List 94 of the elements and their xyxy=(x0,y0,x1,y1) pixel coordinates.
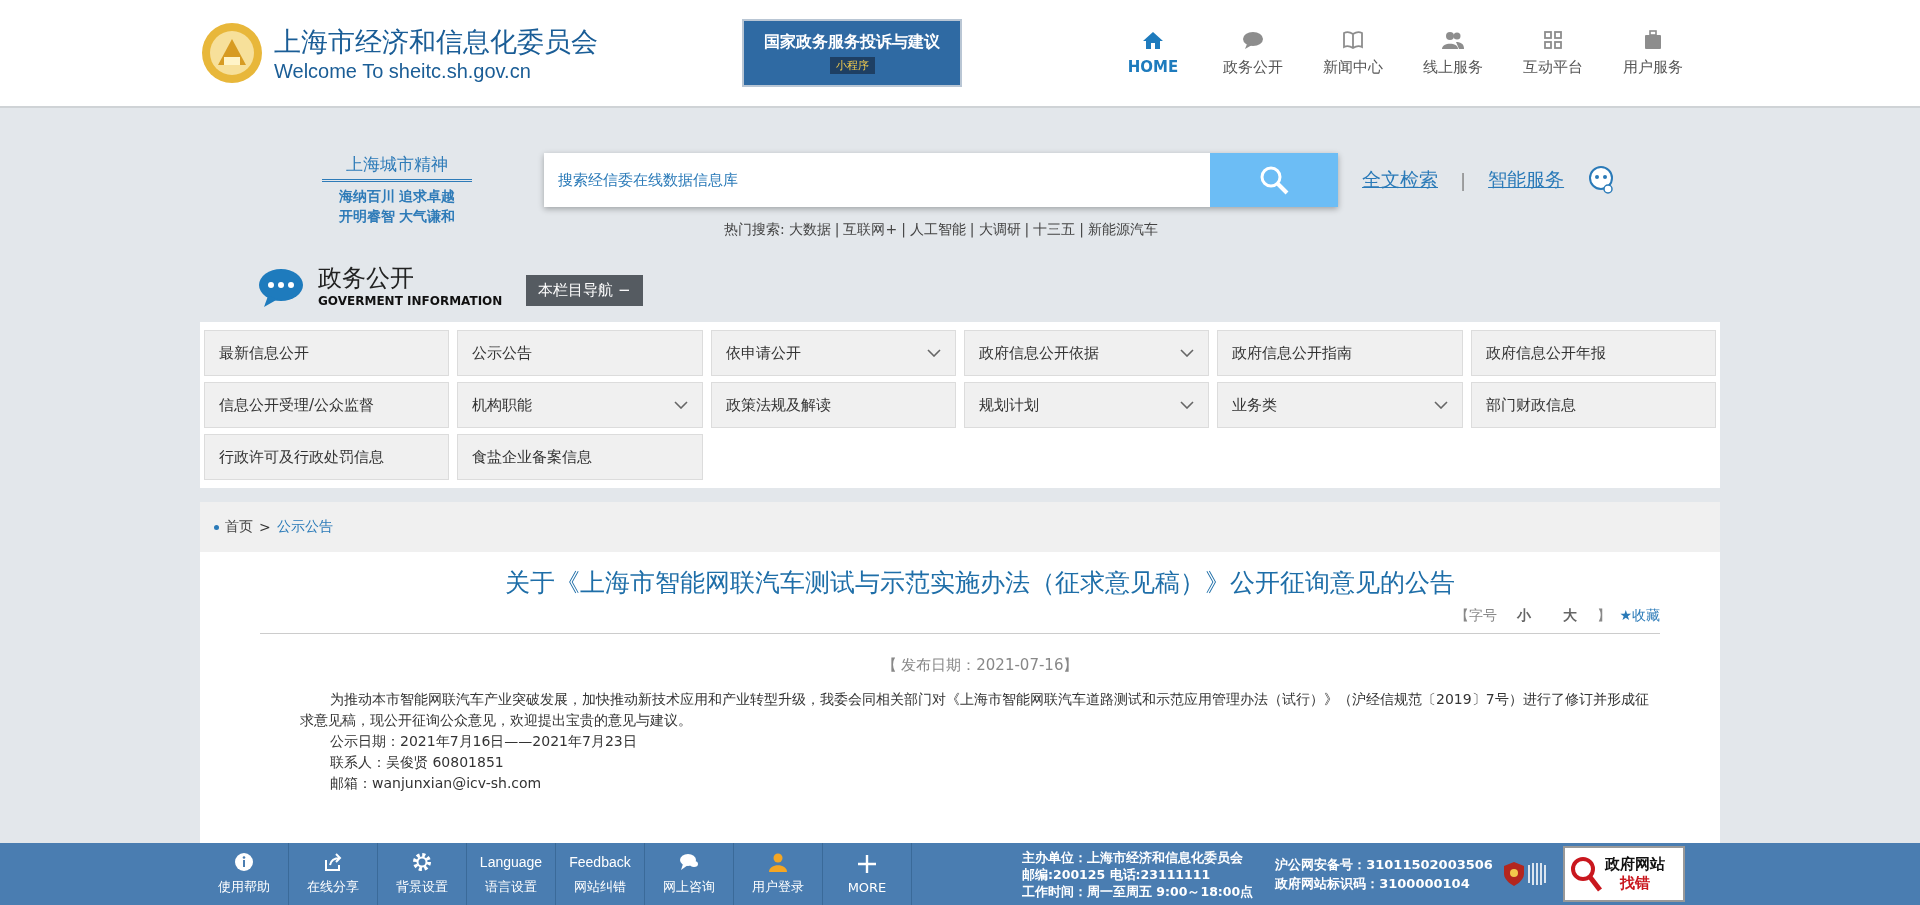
favorite-link[interactable]: ★收藏 xyxy=(1619,607,1660,625)
hot-search-link[interactable]: 互联网+ xyxy=(843,221,898,239)
separator: | xyxy=(901,221,906,239)
user-icon xyxy=(768,852,788,872)
large-font-link[interactable]: 大 xyxy=(1563,607,1578,625)
smart-service-link[interactable]: 智能服务 xyxy=(1488,167,1565,193)
search-button[interactable] xyxy=(1210,153,1338,207)
chat-bubble-icon xyxy=(1242,29,1264,50)
footer-tool-button[interactable]: 在线分享 xyxy=(289,843,378,905)
column-nav-button[interactable]: 本栏目导航 − xyxy=(526,275,643,306)
article-paragraph: 为推动本市智能网联汽车产业突破发展，加快推动新技术应用和产业转型升级，我委会同相关部门对《上海市智能网联汽车道路测试和示范应用管理办法（试行）》（沪经信规范〔2019〕7号）进行了修订并形成征求意见稿，现公开征询公众意见，欢迎提出宝贵的意见与建议。 xyxy=(300,690,1650,730)
separator: | xyxy=(1079,221,1084,239)
sponsor-info: 工作时间：周一至周五 9:00～18:00点 xyxy=(1022,882,1254,900)
footer-tool-button[interactable]: Language 语言设置 xyxy=(467,843,556,905)
menu-item[interactable]: 信息公开受理/公众监督 xyxy=(204,382,450,428)
nav-item[interactable]: 线上服务 xyxy=(1406,29,1500,77)
chevron-down-icon xyxy=(673,401,688,409)
menu-item[interactable]: 业务类 xyxy=(1217,382,1463,428)
emblem-logo xyxy=(200,21,264,85)
breadcrumb-link[interactable]: 首页 xyxy=(225,518,253,536)
briefcase-icon xyxy=(1642,29,1664,50)
breadcrumb-link[interactable]: 公示公告 xyxy=(276,518,333,536)
menu-item[interactable]: 最新信息公开 xyxy=(204,330,450,376)
chevron-down-icon xyxy=(1180,349,1195,357)
font-size-label: 【字号 xyxy=(1455,607,1498,625)
menu-item[interactable]: 政策法规及解读 xyxy=(710,382,956,428)
menu-item[interactable]: 部门财政信息 xyxy=(1470,382,1716,428)
people-icon xyxy=(1442,29,1464,50)
menu-item[interactable]: 行政许可及行政处罚信息 xyxy=(204,434,450,480)
menu-item[interactable]: 机构职能 xyxy=(457,382,703,428)
footer-tool-button[interactable]: 网上咨询 xyxy=(645,843,734,905)
menu-item[interactable]: 食盐企业备案信息 xyxy=(457,434,703,480)
sponsor-info: 主办单位：上海市经济和信息化委员会 xyxy=(1022,848,1244,866)
hot-search-link[interactable]: 十三五 xyxy=(1033,221,1076,239)
separator: | xyxy=(834,221,840,239)
small-font-link[interactable]: 小 xyxy=(1517,607,1532,625)
book-icon xyxy=(1342,29,1364,50)
plus-icon xyxy=(857,853,877,874)
chevron-down-icon xyxy=(927,349,941,357)
hot-search-link[interactable]: 大数据 xyxy=(788,221,831,239)
menu-item[interactable]: 公示公告 xyxy=(457,330,703,376)
search-field[interactable]: 搜索经信委在线数据信息库 xyxy=(544,153,1210,207)
nav-item[interactable]: 互动平台 xyxy=(1506,29,1600,77)
search-icon xyxy=(1259,165,1289,195)
chevron-down-icon xyxy=(1180,401,1195,409)
article-paragraph: 邮箱：wanjunxian@icv-sh.com xyxy=(329,774,543,793)
menu-item[interactable]: 政府信息公开年报 xyxy=(1470,330,1716,376)
record-info: 沪公网安备号：31011502003506 xyxy=(1275,856,1493,874)
magnifier-icon xyxy=(1568,854,1603,894)
article-paragraph: 公示日期：2021年7月16日——2021年7月23日 xyxy=(329,732,638,751)
menu-item[interactable]: 政府信息公开依据 xyxy=(964,330,1210,376)
site-title: 上海市经济和信息化委员会 xyxy=(274,24,598,59)
report-error-badge[interactable]: 政府网站 找错 xyxy=(1562,846,1685,902)
separator: | xyxy=(1024,221,1030,239)
nav-item[interactable]: 新闻中心 xyxy=(1306,29,1400,77)
publish-date: 【 发布日期：2021-07-16】 xyxy=(880,656,1080,675)
section-title: 政务公开 xyxy=(318,263,415,294)
settings-icon xyxy=(412,852,432,872)
chat-bubble-icon xyxy=(679,852,699,872)
hot-search-link[interactable]: 人工智能 xyxy=(909,221,966,239)
record-info: 政府网站标识码：3100000104 xyxy=(1275,875,1471,893)
separator: | xyxy=(969,221,975,239)
footer-tool-button[interactable]: Feedback 网站纠错 xyxy=(556,843,645,905)
chevron-down-icon xyxy=(1433,401,1448,409)
complaint-banner[interactable]: 国家政务服务投诉与建议 小程序 xyxy=(742,19,962,87)
hot-search-label: 热门搜索: xyxy=(723,221,785,239)
hot-search-link[interactable]: 大调研 xyxy=(978,221,1021,239)
home-icon xyxy=(1142,29,1164,50)
info-icon xyxy=(234,852,254,872)
nav-item[interactable]: HOME xyxy=(1106,29,1200,77)
breadcrumb-separator: > xyxy=(259,519,271,535)
city-spirit-slogan: 上海城市精神 海纳百川 追求卓越 开明睿智 大气谦和 xyxy=(322,153,472,226)
bracket-text: 】 xyxy=(1597,607,1612,625)
hot-search-link[interactable]: 新能源汽车 xyxy=(1088,221,1158,239)
footer-tool-button[interactable]: MORE xyxy=(823,843,912,905)
article-paragraph: 联系人：吴俊贤 60801851 xyxy=(329,753,505,772)
site-subtitle: Welcome To sheitc.sh.gov.cn xyxy=(274,59,532,83)
nav-item[interactable]: 用户服务 xyxy=(1606,29,1700,77)
sponsor-info: 邮编:200125 电话:23111111 xyxy=(1022,865,1212,883)
footer-tool-button[interactable]: 使用帮助 xyxy=(200,843,289,905)
share-icon xyxy=(323,852,343,872)
footer-tool-button[interactable]: 用户登录 xyxy=(734,843,823,905)
section-subtitle: GOVERMENT INFORMATION xyxy=(318,294,503,308)
article-title: 关于《上海市智能网联汽车测试与示范实施办法（征求意见稿）》公开征询意见的公告 xyxy=(504,567,1456,599)
footer-tool-button[interactable]: 背景设置 xyxy=(378,843,467,905)
menu-item[interactable]: 规划计划 xyxy=(964,382,1210,428)
menu-item[interactable]: 政府信息公开指南 xyxy=(1217,330,1463,376)
menu-item[interactable]: 依申请公开 xyxy=(710,330,956,376)
grid-icon xyxy=(1542,29,1564,50)
full-text-search-link[interactable]: 全文检索 xyxy=(1362,167,1438,193)
separator: | xyxy=(1460,169,1467,191)
police-emblem-icon xyxy=(1502,861,1525,887)
nav-item[interactable]: 政务公开 xyxy=(1206,29,1300,77)
chat-bubble-icon xyxy=(258,268,304,308)
